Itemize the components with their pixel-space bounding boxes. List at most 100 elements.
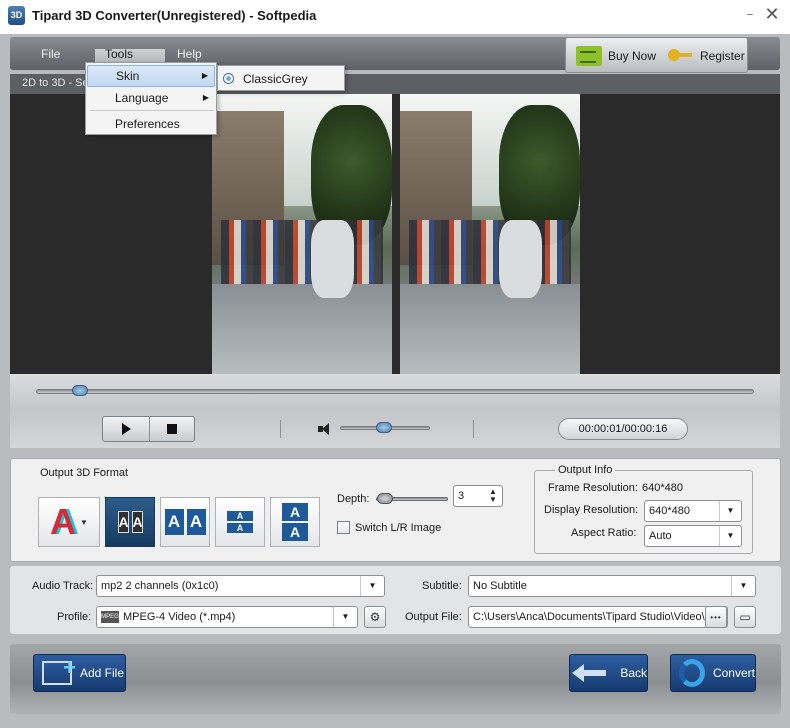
arrow-left-icon [571,664,607,682]
frame-resolution-value: 640*480 [642,482,683,494]
depth-label: Depth: [337,493,370,505]
convert-label: Convert [712,666,755,680]
radio-selected-icon [223,73,234,84]
depth-spinner[interactable]: 3 ▲ ▼ [453,485,503,507]
subtitle-select[interactable]: No Subtitle ▼ [468,575,756,597]
open-folder-button[interactable]: ▭ [734,606,756,628]
frame-resolution-label: Frame Resolution: [548,482,638,494]
divider [280,420,281,438]
app-icon: 3D [8,6,25,25]
chevron-down-icon: ▼ [731,576,755,596]
purchase-group: Buy Now Register [565,37,748,73]
chevron-down-icon: ▼ [719,501,741,521]
chevron-down-icon: ▼ [333,607,357,627]
menu-item-preferences[interactable]: Preferences [87,113,215,135]
submenu-arrow-icon: ▶ [201,71,208,80]
window-title: Tipard 3D Converter(Unregistered) - Soft… [32,8,317,23]
skin-submenu: ClassicGrey [217,65,345,91]
gear-icon: ⚙ [369,610,381,624]
chevron-down-icon: ▼ [719,526,741,546]
profile-label: Profile: [57,611,92,623]
menu-item-language[interactable]: Language ▶ [87,87,215,109]
submenu-arrow-icon: ▶ [202,93,209,102]
depth-value: 3 [458,490,465,502]
top-bottom-half-icon: AA [227,511,253,533]
output-file-field[interactable]: C:\Users\Anca\Documents\Tipard Studio\Vi… [468,606,728,628]
switch-lr-label: Switch L/R Image [355,521,442,534]
menu-tools[interactable]: Tools [105,47,133,61]
register-label: Register [700,49,745,63]
switch-lr-checkbox[interactable] [337,521,350,534]
side-by-side-half-button[interactable]: AA [105,497,155,547]
add-file-icon [42,655,76,685]
top-bottom-full-button[interactable]: AA [270,497,320,547]
side-by-side-half-icon: AA [117,511,143,533]
anaglyph-icon: A [50,501,77,542]
play-button[interactable] [103,417,149,441]
output-format-title: Output 3D Format [40,467,129,479]
output-file-label: Output File: [405,611,462,623]
output-info-title: Output Info [555,464,616,476]
add-file-button[interactable]: Add File [33,654,126,692]
convert-icon [679,659,705,687]
play-icon [122,423,132,435]
aspect-ratio-select[interactable]: Auto ▼ [644,525,742,547]
add-file-label: Add File [80,666,125,680]
menu-help[interactable]: Help [177,47,202,61]
title-bar: 3D Tipard 3D Converter(Unregistered) - S… [0,0,790,34]
audio-track-select[interactable]: mp2 2 channels (0x1c0) ▼ [96,575,385,597]
anaglyph-format-button[interactable]: A ▼ [38,497,100,547]
buy-now-label: Buy Now [608,49,657,63]
stop-icon [166,424,177,434]
side-by-side-full-icon: AA [164,509,206,535]
side-by-side-full-button[interactable]: AA [160,497,210,547]
key-icon [668,49,694,63]
top-bottom-half-button[interactable]: AA [215,497,265,547]
stop-button[interactable] [148,417,195,441]
display-resolution-label: Display Resolution: [544,504,639,516]
chevron-down-icon[interactable]: ▼ [80,518,88,527]
video-right-view [400,94,580,374]
app-frame: File Tools Help Buy Now Register 2D to 3… [0,34,790,728]
convert-button[interactable]: Convert [670,654,756,692]
menu-item-skin[interactable]: Skin ▶ [87,65,215,87]
seek-bar[interactable] [36,389,754,394]
output-format-panel: Output 3D Format A ▼ AA AA AA AA Depth: [10,458,781,562]
tools-dropdown-menu: Skin ▶ Language ▶ Preferences [85,62,217,135]
subtitle-label: Subtitle: [422,580,462,592]
close-button[interactable]: ✕ [764,5,780,23]
switch-lr-option[interactable]: Switch L/R Image [337,521,441,534]
spinner-arrows[interactable]: ▲ ▼ [487,488,499,504]
minimize-button[interactable]: − [744,10,756,22]
profile-settings-button[interactable]: ⚙ [364,606,386,628]
buy-now-button[interactable]: Buy Now [576,44,656,68]
mode-label: 2D to 3D - Se [22,77,89,89]
playback-controls: 00:00:01/00:00:16 [10,374,780,448]
seek-handle[interactable] [72,385,88,396]
video-preview [10,94,780,374]
back-button[interactable]: Back [569,654,648,692]
transport-buttons [102,416,195,442]
top-bottom-full-icon: AA [282,503,308,541]
menu-file[interactable]: File [41,47,60,61]
audio-track-label: Audio Track: [32,580,94,592]
depth-handle[interactable] [377,493,393,504]
mpeg-icon: MPEG [101,611,119,624]
back-label: Back [620,666,647,680]
browse-button[interactable]: ••• [705,606,727,628]
action-bar: Add File Back Convert [10,644,781,714]
video-left-view [212,94,392,374]
settings-panel: Audio Track: mp2 2 channels (0x1c0) ▼ Su… [10,566,781,634]
output-info-group: Output Info Frame Resolution: 640*480 Di… [534,464,753,554]
time-display: 00:00:01/00:00:16 [558,418,688,440]
register-button[interactable]: Register [668,44,745,68]
classicgrey-label: ClassicGrey [243,72,308,86]
profile-select[interactable]: MPEG MPEG-4 Video (*.mp4) ▼ [96,606,358,628]
display-resolution-select[interactable]: 640*480 ▼ [644,500,742,522]
aspect-ratio-label: Aspect Ratio: [571,527,637,539]
menu-separator [90,110,214,111]
volume-handle[interactable] [376,422,392,433]
spin-down-icon[interactable]: ▼ [487,496,499,504]
folder-icon: ▭ [739,610,751,624]
volume-icon[interactable] [318,422,334,436]
